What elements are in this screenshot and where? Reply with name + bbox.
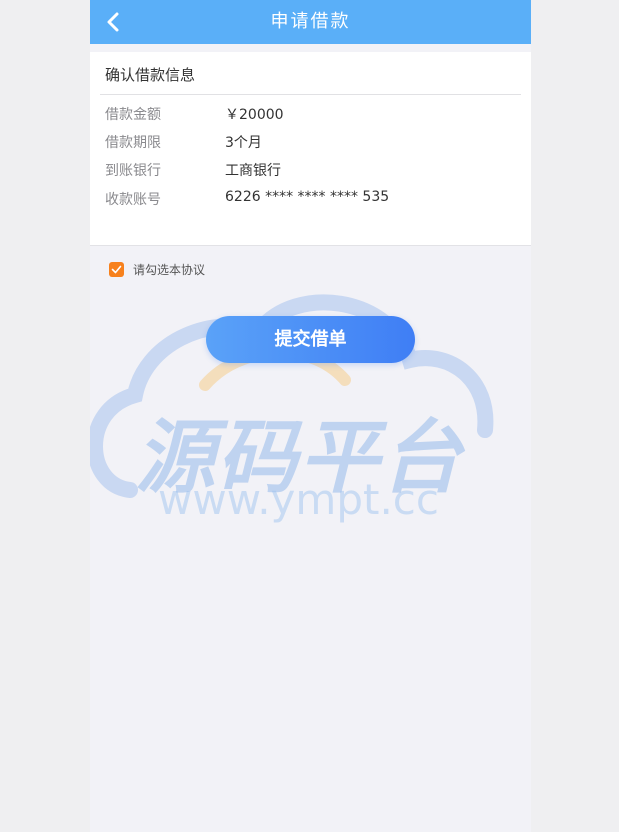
checkmark-icon xyxy=(111,265,122,274)
watermark-url: www.ympt.cc xyxy=(158,475,439,524)
loan-info-card: 确认借款信息 借款金额 ￥20000 借款期限 3个月 到账银行 工商银行 收款… xyxy=(90,52,531,246)
agreement-checkbox[interactable] xyxy=(109,262,124,277)
receiving-bank-label: 到账银行 xyxy=(105,163,161,179)
phone-screen: 申请借款 确认借款信息 借款金额 ￥20000 借款期限 3个月 到账银行 工商… xyxy=(90,0,531,832)
divider xyxy=(100,94,521,95)
receiving-bank-value: 工商银行 xyxy=(225,163,281,179)
loan-term-label: 借款期限 xyxy=(105,135,161,151)
loan-amount-label: 借款金额 xyxy=(105,107,161,123)
loan-term-value: 3个月 xyxy=(225,135,262,151)
account-number-value: 6226 **** **** **** 535 xyxy=(225,189,390,205)
watermark-text: 源码平台 xyxy=(135,411,463,504)
submit-loan-button[interactable]: 提交借单 xyxy=(206,316,415,363)
card-title: 确认借款信息 xyxy=(105,66,196,84)
agreement-label[interactable]: 请勾选本协议 xyxy=(133,262,205,278)
page-title: 申请借款 xyxy=(270,11,351,32)
loan-amount-value: ￥20000 xyxy=(225,107,284,123)
account-number-label: 收款账号 xyxy=(105,192,161,208)
top-bar: 申请借款 xyxy=(90,0,531,44)
